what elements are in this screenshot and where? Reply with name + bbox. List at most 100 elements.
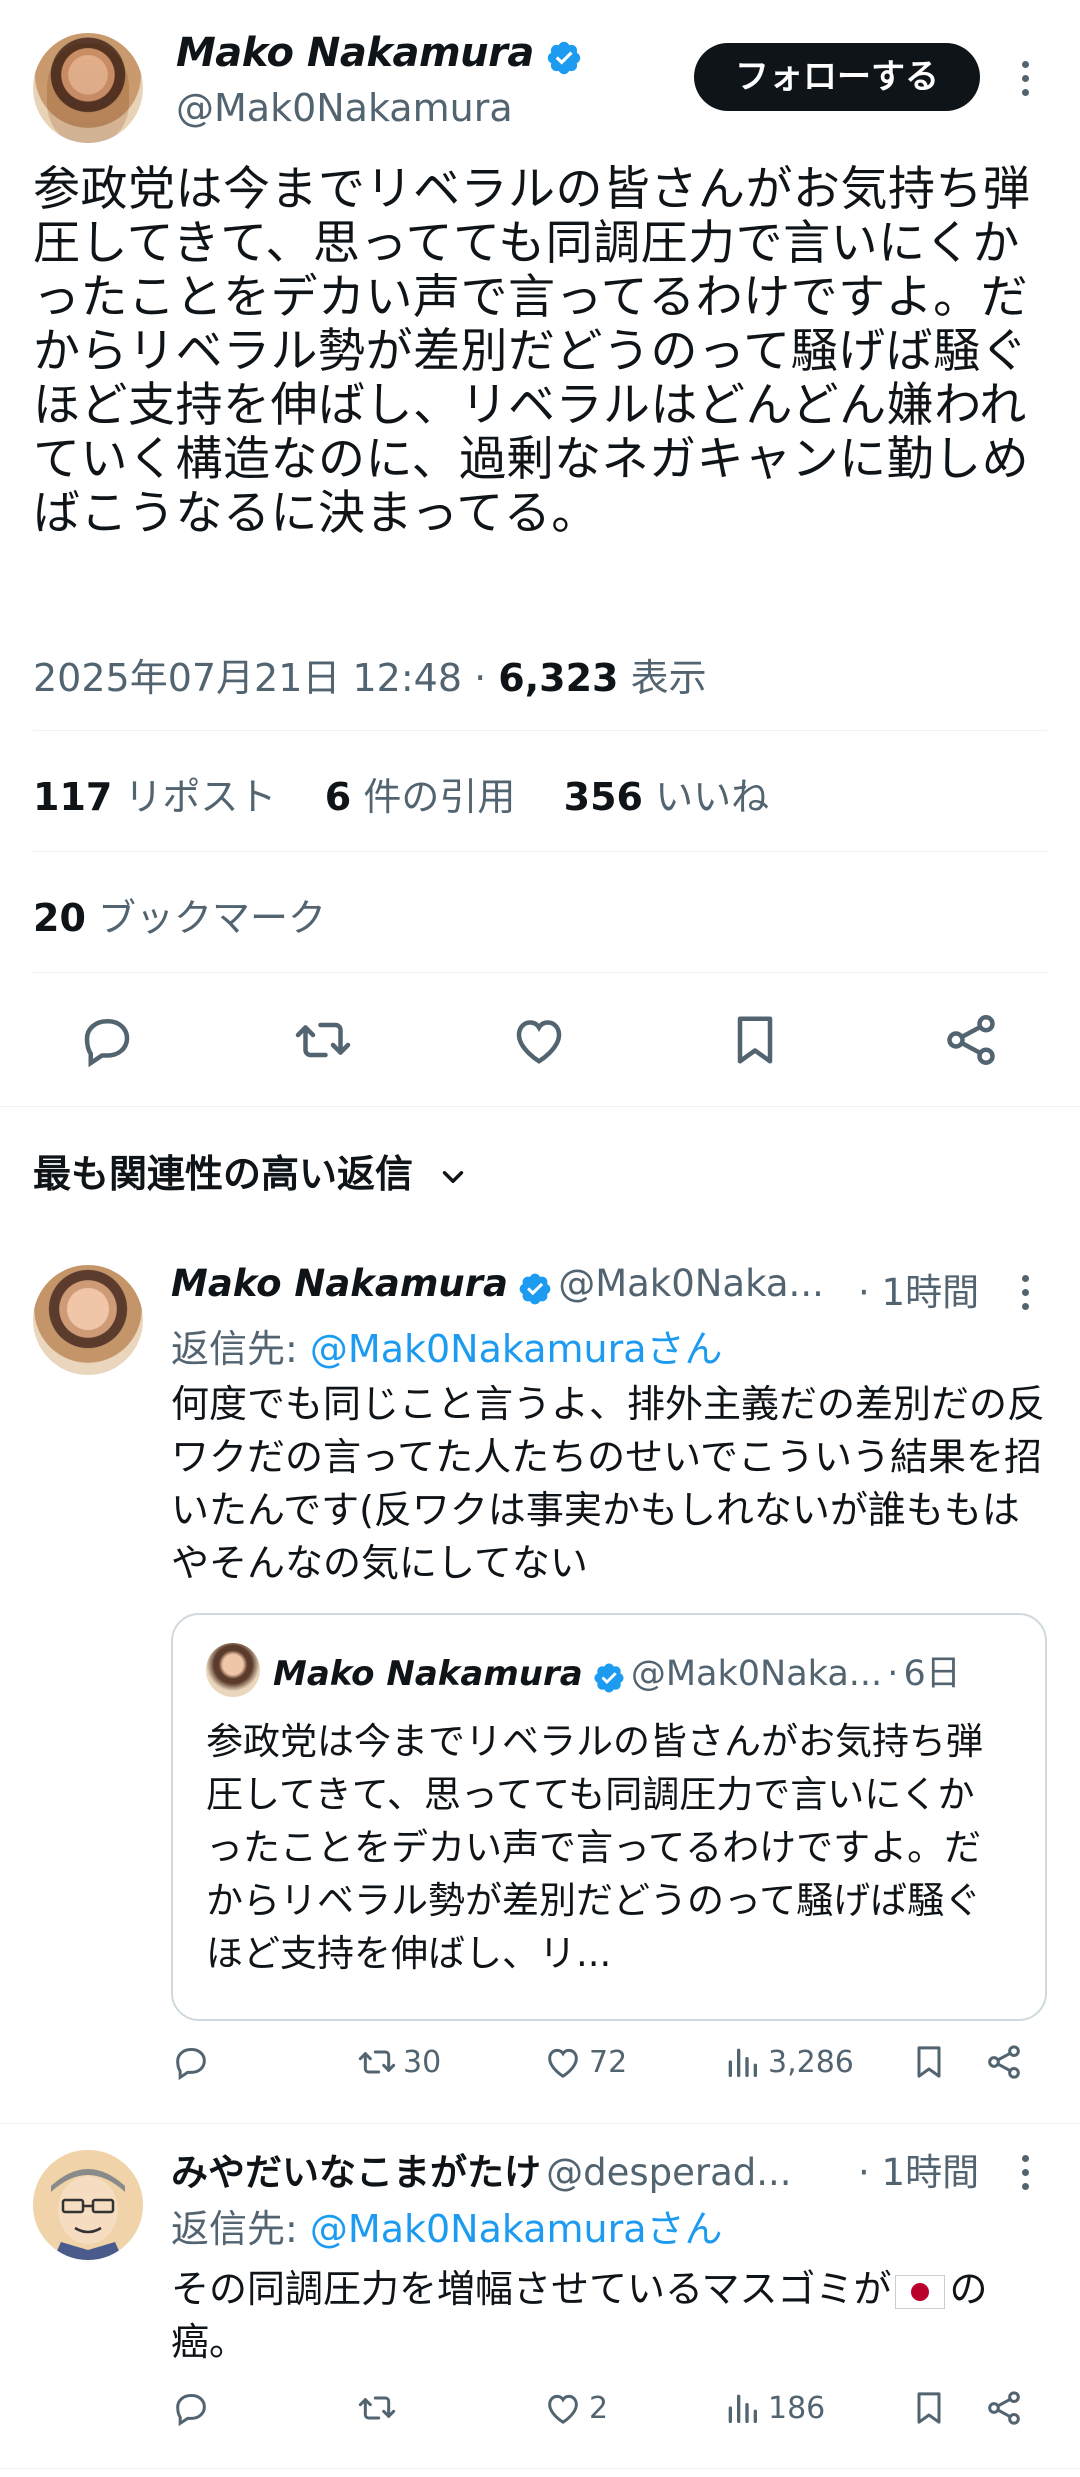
quotes-count: 6	[324, 775, 352, 819]
repost-count: 30	[403, 2044, 442, 2080]
reply-icon	[176, 2394, 206, 2427]
replies-sort-toggle[interactable]: 最も関連性の高い返信	[33, 1143, 470, 1198]
reposts-stat[interactable]: 117 リポスト	[33, 775, 276, 819]
reposts-count: 117	[33, 775, 113, 819]
bookmark-icon	[917, 2392, 941, 2424]
reply-button[interactable]	[171, 2042, 211, 2082]
reply-action-bar: 2 186	[0, 2388, 1080, 2448]
share-icon	[988, 2391, 1020, 2425]
repost-icon[interactable]	[293, 1010, 353, 1070]
bookmark-icon[interactable]	[725, 1010, 785, 1070]
cartoon-avatar-icon	[33, 2150, 143, 2260]
reply-time-row: · 1時間	[858, 2142, 979, 2196]
reply-to-label: 返信先:	[171, 2207, 298, 2251]
replies-section-title: 最も関連性の高い返信	[33, 1152, 414, 1196]
quote-time: 6日	[903, 1654, 961, 1694]
chevron-down-icon	[443, 1170, 464, 1183]
divider	[0, 2123, 1080, 2124]
divider	[33, 972, 1047, 973]
divider	[0, 1106, 1080, 1107]
like-count: 72	[589, 2044, 628, 2080]
tweet-meta: 2025年07月21日 12:48 · 6,323 表示	[33, 647, 707, 702]
quote-author-handle: @Mak0Naka...	[630, 1654, 883, 1694]
like-count: 2	[589, 2390, 609, 2426]
repost-icon	[358, 2396, 396, 2420]
reply-time[interactable]: 1時間	[882, 1271, 980, 1314]
quote-text: 参政党は今までリベラルの皆さんがお気持ち弾圧してきて、思ってても同調圧力で言いに…	[206, 1720, 983, 1975]
reply-icon[interactable]	[77, 1010, 137, 1070]
separator: ·	[858, 2151, 870, 2194]
views-count: 186	[768, 2390, 826, 2426]
views-icon	[728, 2394, 757, 2423]
like-button[interactable]: 2	[543, 2388, 608, 2428]
quoted-tweet-card[interactable]: Mako Nakamura @Mak0Naka... · 6日 参政党は今までリ…	[171, 1613, 1047, 2021]
reply-author-name[interactable]: みやだいなこまがたけ	[171, 2151, 541, 2194]
quote-header: Mako Nakamura @Mak0Naka... · 6日	[273, 1645, 1033, 1696]
reply-time[interactable]: 1時間	[882, 2151, 980, 2194]
japan-flag-icon	[895, 2274, 946, 2309]
views-icon	[728, 2048, 757, 2077]
repost-button[interactable]: 30	[357, 2042, 441, 2082]
reply-action-bar: 30 72 3,286	[0, 2042, 1080, 2102]
more-icon[interactable]	[1015, 2155, 1035, 2190]
reply-to-label: 返信先:	[171, 1327, 298, 1371]
bookmarks-stat[interactable]: 20 ブックマーク	[33, 887, 326, 942]
divider	[0, 2468, 1080, 2469]
reply-text: 何度でも同じこと言うよ、排外主義だの差別だの反ワクだの言ってた人たちのせいでこう…	[171, 1382, 1046, 1585]
reply-avatar[interactable]	[33, 1265, 143, 1375]
reply-to-handle[interactable]: @Mak0Nakamuraさん	[310, 1327, 723, 1371]
reply-to-handle[interactable]: @Mak0Nakamuraさん	[310, 2207, 723, 2251]
follow-button[interactable]: フォローする	[694, 43, 980, 111]
bookmarks-label: ブックマーク	[97, 896, 326, 940]
reply-to-line: 返信先: @Mak0Nakamuraさん	[171, 1318, 723, 1373]
reply-avatar[interactable]	[33, 2150, 143, 2260]
tweet-text: 参政党は今までリベラルの皆さんがお気持ち弾圧してきて、思ってても同調圧力で言いに…	[33, 162, 1031, 541]
reply-time-row: · 1時間	[858, 1262, 979, 1316]
bookmark-button[interactable]	[909, 2042, 949, 2082]
bookmark-icon	[917, 2046, 941, 2078]
quotes-stat[interactable]: 6 件の引用	[325, 775, 516, 819]
reply-author-handle[interactable]: @Mak0Naka...	[558, 1262, 824, 1305]
quote-avatar	[206, 1643, 260, 1697]
likes-label: いいね	[655, 775, 770, 819]
like-button[interactable]: 72	[543, 2042, 627, 2082]
author-handle[interactable]: @Mak0Nakamura	[176, 86, 513, 130]
likes-count: 356	[563, 775, 643, 819]
share-icon[interactable]	[941, 1010, 1001, 1070]
author-name[interactable]: Mako Nakamura	[176, 30, 534, 76]
quotes-label: 件の引用	[363, 775, 516, 819]
views-label: 表示	[630, 656, 707, 700]
views-count: 6,323	[498, 656, 619, 700]
views-button[interactable]: 186	[722, 2388, 825, 2428]
author-avatar[interactable]	[33, 33, 143, 143]
author-name-row[interactable]: Mako Nakamura	[176, 30, 583, 77]
share-button[interactable]	[984, 2042, 1024, 2082]
tweet-action-bar	[0, 998, 1080, 1082]
separator: ·	[858, 1271, 870, 1314]
bookmark-button[interactable]	[909, 2388, 949, 2428]
more-icon[interactable]	[1015, 61, 1035, 96]
reposts-label: リポスト	[124, 775, 277, 819]
repost-button[interactable]	[357, 2388, 403, 2428]
verified-badge-icon	[594, 1662, 624, 1693]
share-icon	[988, 2045, 1020, 2079]
views-button[interactable]: 3,286	[722, 2042, 854, 2082]
like-icon	[548, 2048, 578, 2078]
share-button[interactable]	[984, 2388, 1024, 2428]
verified-badge-icon	[547, 41, 581, 74]
reply-author-handle[interactable]: @desperad...	[546, 2151, 791, 2194]
tweet-timestamp[interactable]: 2025年07月21日 12:48	[33, 656, 462, 700]
likes-stat[interactable]: 356 いいね	[564, 775, 769, 819]
like-icon	[548, 2394, 578, 2424]
reply-author-name[interactable]: Mako Nakamura	[171, 1262, 508, 1305]
bookmarks-count: 20	[33, 896, 86, 940]
reply-icon	[176, 2048, 206, 2081]
like-icon[interactable]	[509, 1010, 569, 1070]
quote-author-name: Mako Nakamura	[273, 1654, 583, 1694]
reply-button[interactable]	[171, 2388, 211, 2428]
divider	[33, 730, 1047, 731]
repost-icon	[358, 2050, 396, 2074]
separator: ·	[474, 656, 487, 700]
reply-text-before-flag: その同調圧力を増幅させているマスゴミが	[171, 2267, 892, 2311]
more-icon[interactable]	[1015, 1275, 1035, 1310]
